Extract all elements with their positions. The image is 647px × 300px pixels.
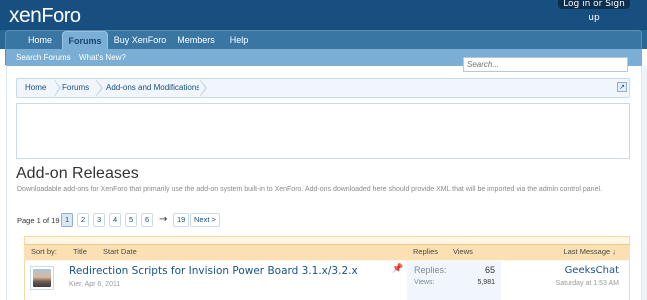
last-message-time[interactable]: Saturday at 1:53 AM xyxy=(520,280,619,287)
replies-count: 65 xyxy=(484,265,495,275)
page-button-3[interactable]: 3 xyxy=(93,213,106,227)
sort-title-link[interactable]: Title xyxy=(73,247,87,256)
logo-text-main: xen xyxy=(9,4,42,27)
breadcrumb-addons[interactable]: Add-ons and Modifications xyxy=(99,79,209,97)
scrollbar-track[interactable] xyxy=(642,66,647,300)
sub-link-whats-new[interactable]: What's New? xyxy=(79,50,126,65)
page-description: Downloadable add-ons for XenForo that pr… xyxy=(17,186,602,193)
logo-text-second: Foro xyxy=(41,5,81,27)
page-count-label: Page 1 of 19 xyxy=(17,216,60,225)
avatar-image xyxy=(33,269,51,287)
page-title: Add-on Releases xyxy=(16,165,139,182)
page-button-4[interactable]: 4 xyxy=(109,213,122,227)
views-label: Views: xyxy=(414,279,435,286)
next-page-button[interactable]: Next > xyxy=(190,213,220,227)
thread-title-link[interactable]: Redirection Scripts for Invision Power B… xyxy=(69,265,358,277)
avatar[interactable] xyxy=(30,266,54,290)
tab-forums[interactable]: Forums xyxy=(62,31,108,49)
sort-start-date-link[interactable]: Start Date xyxy=(103,247,137,256)
login-signup-button[interactable]: Log in or Sign up xyxy=(558,0,630,23)
breadcrumb-forums[interactable]: Forums xyxy=(55,79,99,97)
tab-help[interactable]: Help xyxy=(224,31,254,49)
sort-last-message-link[interactable]: Last Message ↓ xyxy=(520,247,616,256)
search-input[interactable] xyxy=(463,57,628,72)
ad-box xyxy=(16,103,630,159)
pin-icon: 📌 xyxy=(392,264,404,274)
arrow-jump-icon[interactable]: ↗ xyxy=(617,82,627,92)
sort-by-label: Sort by: xyxy=(31,247,57,256)
breadcrumb-home[interactable]: Home xyxy=(18,79,58,97)
page-button-2[interactable]: 2 xyxy=(77,213,90,227)
sort-views-link[interactable]: Views xyxy=(453,247,473,256)
sort-replies-link[interactable]: Replies xyxy=(413,247,438,256)
breadcrumb: Home Forums Add-ons and Modifications xyxy=(16,78,630,98)
thread-meta: Kier, Apr 6, 2011 xyxy=(69,281,121,288)
replies-label: Replies: xyxy=(414,265,447,275)
page-skip-arrow: → xyxy=(159,214,168,225)
page-button-5[interactable]: 5 xyxy=(125,213,138,227)
breadcrumb-separator-fill xyxy=(199,79,205,97)
page-button-6[interactable]: 6 xyxy=(141,213,154,227)
last-message-user-link[interactable]: GeeksChat xyxy=(520,265,619,276)
page-button-last[interactable]: 19 xyxy=(173,213,190,227)
sub-link-search-forums[interactable]: Search Forums xyxy=(16,50,71,65)
page-button-1[interactable]: 1 xyxy=(61,213,74,227)
site-header xyxy=(0,0,647,30)
tab-members[interactable]: Members xyxy=(174,31,218,49)
tab-buy-xenforo[interactable]: Buy XenForo xyxy=(112,31,168,49)
tab-home[interactable]: Home xyxy=(20,31,60,49)
views-count: 5,981 xyxy=(477,279,495,286)
site-logo[interactable]: xenForo xyxy=(9,4,81,28)
